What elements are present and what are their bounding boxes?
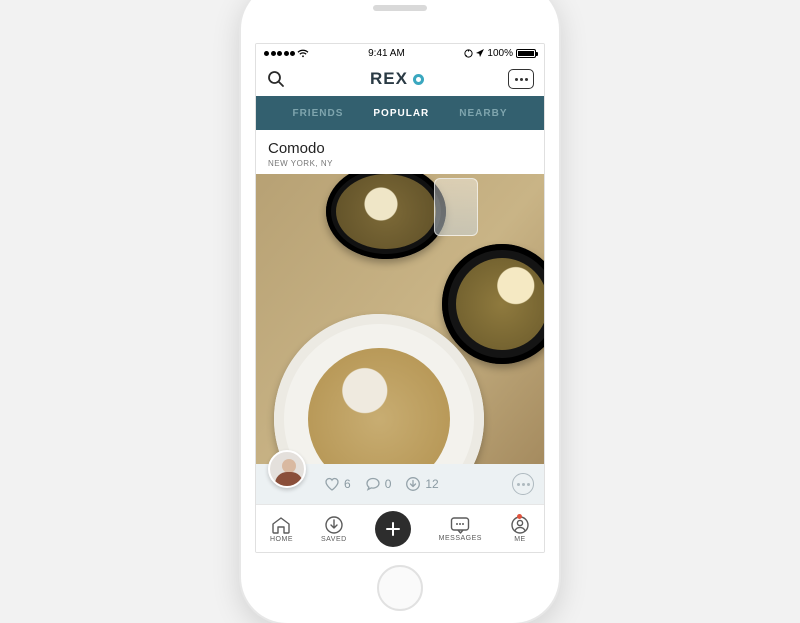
home-icon — [270, 515, 292, 535]
comment-button[interactable]: 0 — [365, 476, 392, 492]
plus-icon — [384, 520, 402, 538]
post-photo[interactable] — [256, 174, 544, 464]
status-bar: 9:41 AM 100% — [256, 44, 544, 62]
top-bar: REX — [256, 62, 544, 96]
like-count: 6 — [344, 477, 351, 491]
phone-frame: 9:41 AM 100% REX FRIENDS — [241, 0, 559, 623]
nav-add-button[interactable] — [375, 511, 411, 547]
status-time: 9:41 AM — [368, 48, 405, 59]
save-button[interactable]: 12 — [405, 476, 438, 492]
search-icon[interactable] — [266, 69, 286, 89]
brand-logo: REX — [370, 69, 424, 89]
battery-percent: 100% — [487, 48, 513, 59]
nav-messages-label: MESSAGES — [439, 535, 482, 542]
brand-text: REX — [370, 69, 408, 89]
nav-home[interactable]: HOME — [270, 515, 293, 543]
nav-saved-label: SAVED — [321, 536, 347, 543]
post-title: Comodo — [268, 140, 532, 157]
messages-button[interactable] — [508, 69, 534, 89]
post-header[interactable]: Comodo NEW YORK, NY — [256, 130, 544, 174]
comment-icon — [365, 476, 381, 492]
signal-dots-icon — [264, 49, 309, 58]
like-button[interactable]: 6 — [324, 476, 351, 492]
nav-home-label: HOME — [270, 536, 293, 543]
home-button[interactable] — [377, 565, 423, 611]
save-count: 12 — [425, 477, 438, 491]
download-icon — [405, 476, 421, 492]
tab-popular[interactable]: POPULAR — [373, 108, 429, 119]
nav-saved[interactable]: SAVED — [321, 515, 347, 543]
feed-tabs: FRIENDS POPULAR NEARBY — [256, 96, 544, 130]
author-avatar[interactable] — [268, 450, 306, 488]
notification-dot-icon — [517, 514, 522, 519]
saved-icon — [324, 515, 344, 535]
brand-mark-icon — [413, 74, 424, 85]
post-actions: 6 0 12 — [256, 464, 544, 504]
battery-icon — [516, 49, 536, 58]
post-location: NEW YORK, NY — [268, 159, 532, 168]
screen: 9:41 AM 100% REX FRIENDS — [255, 43, 545, 553]
nav-messages[interactable]: MESSAGES — [439, 516, 482, 542]
more-button[interactable] — [512, 473, 534, 495]
nav-me[interactable]: ME — [510, 515, 530, 543]
tab-friends[interactable]: FRIENDS — [292, 108, 343, 119]
heart-icon — [324, 476, 340, 492]
tab-nearby[interactable]: NEARBY — [459, 108, 507, 119]
nav-me-label: ME — [514, 536, 526, 543]
orientation-lock-icon — [464, 49, 473, 58]
bottom-nav: HOME SAVED MESSAGES — [256, 504, 544, 552]
messages-icon — [449, 516, 471, 534]
location-icon — [476, 49, 484, 57]
wifi-icon — [297, 49, 309, 58]
comment-count: 0 — [385, 477, 392, 491]
